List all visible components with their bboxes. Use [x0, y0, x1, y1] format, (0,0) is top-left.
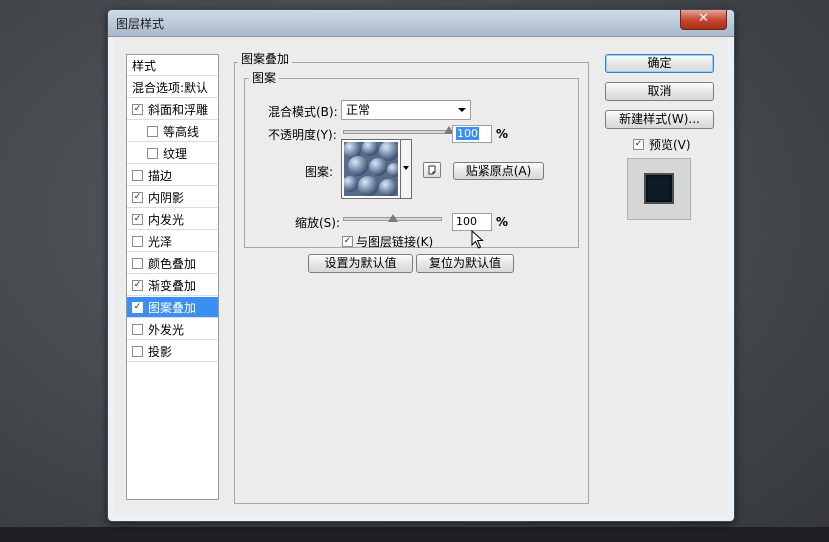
style-item-12[interactable]: 投影	[127, 341, 218, 362]
style-item-label: 纹理	[163, 146, 188, 161]
blend-mode-label: 混合模式(B):	[268, 105, 338, 119]
checkbox-icon[interactable]	[132, 323, 143, 335]
style-item-label: 外发光	[148, 322, 185, 337]
preview-checkbox[interactable]: ✓ 预览(V)	[633, 136, 691, 153]
style-item-label: 光泽	[148, 234, 173, 249]
style-item-10[interactable]: ✓ 图案叠加	[127, 297, 218, 318]
preview-swatch	[644, 173, 674, 204]
new-preset-icon	[428, 165, 436, 175]
style-list-header-label: 样式	[132, 58, 157, 73]
title-bar[interactable]: 图层样式 ✕	[108, 10, 734, 37]
style-item-7[interactable]: 光泽	[127, 231, 218, 252]
style-item-label: 斜面和浮雕	[148, 102, 209, 117]
make-default-button[interactable]: 设置为默认值	[308, 254, 413, 273]
snap-origin-button[interactable]: 贴紧原点(A)	[453, 162, 544, 180]
chevron-down-icon	[458, 108, 466, 112]
close-icon: ✕	[698, 11, 709, 26]
pattern-dropdown[interactable]	[401, 139, 412, 199]
checkbox-icon[interactable]: ✓	[132, 103, 143, 115]
style-list-header[interactable]: 样式	[127, 55, 218, 76]
pattern-subgroup-title: 图案	[249, 69, 280, 86]
cancel-label: 取消	[647, 84, 672, 98]
checkbox-icon[interactable]: ✓	[132, 301, 143, 313]
opacity-input[interactable]: 100	[452, 125, 492, 143]
cancel-button[interactable]: 取消	[605, 82, 714, 101]
style-item-label: 颜色叠加	[148, 256, 197, 271]
pattern-label: 图案:	[305, 165, 334, 179]
opacity-label: 不透明度(Y):	[268, 128, 337, 142]
style-item-label: 描边	[148, 168, 173, 183]
checkbox-icon[interactable]	[132, 235, 143, 247]
style-item-label: 等高线	[163, 124, 200, 139]
mouse-cursor-icon	[471, 230, 484, 249]
make-default-label: 设置为默认值	[324, 256, 397, 270]
new-style-button[interactable]: 新建样式(W)...	[605, 110, 714, 129]
reset-default-button[interactable]: 复位为默认值	[416, 254, 514, 273]
style-item-8[interactable]: 颜色叠加	[127, 253, 218, 274]
layer-style-dialog: 图层样式 ✕ 样式 混合选项:默认 ✓ 斜面和浮雕等高线纹理描边 ✓ 内阴影 ✓ 内发光光…	[107, 9, 735, 522]
link-with-layer-label: 与图层链接(K)	[356, 235, 434, 249]
style-item-label: 内发光	[148, 212, 185, 227]
dialog-client: 样式 混合选项:默认 ✓ 斜面和浮雕等高线纹理描边 ✓ 内阴影 ✓ 内发光光泽颜色叠加 ✓ 渐…	[114, 37, 728, 515]
style-item-6[interactable]: ✓ 内发光	[127, 209, 218, 230]
checkbox-icon[interactable]	[147, 147, 158, 159]
checkbox-icon: ✓	[342, 236, 353, 247]
style-item-label: 图案叠加	[148, 300, 197, 315]
blend-mode-value: 正常	[346, 103, 371, 117]
style-item-2[interactable]: 等高线	[127, 121, 218, 142]
blend-options-item[interactable]: 混合选项:默认	[127, 77, 218, 98]
checkbox-icon[interactable]	[132, 257, 143, 269]
checkbox-icon[interactable]	[147, 125, 158, 137]
style-item-9[interactable]: ✓ 渐变叠加	[127, 275, 218, 296]
window-title: 图层样式	[116, 17, 165, 31]
style-preview	[627, 158, 691, 220]
blend-options-label: 混合选项:默认	[132, 80, 209, 95]
pattern-overlay-title: 图案叠加	[238, 50, 293, 67]
scale-input[interactable]: 100	[452, 213, 492, 231]
style-item-3[interactable]: 纹理	[127, 143, 218, 164]
style-item-1[interactable]: ✓ 斜面和浮雕	[127, 99, 218, 120]
ok-button[interactable]: 确定	[605, 54, 714, 73]
pattern-thumbnail[interactable]	[341, 139, 401, 199]
scale-value: 100	[456, 215, 477, 228]
scale-unit: %	[496, 215, 509, 229]
ok-label: 确定	[647, 56, 672, 70]
scale-label: 缩放(S):	[295, 216, 341, 230]
new-style-label: 新建样式(W)...	[619, 112, 700, 126]
preview-label: 预览(V)	[649, 138, 691, 152]
link-with-layer-checkbox[interactable]: ✓ 与图层链接(K)	[342, 233, 433, 250]
close-button[interactable]: ✕	[680, 10, 727, 30]
blend-mode-select[interactable]: 正常	[341, 100, 471, 120]
checkbox-icon[interactable]: ✓	[132, 191, 143, 203]
opacity-slider-track[interactable]	[343, 130, 449, 134]
checkbox-icon[interactable]	[132, 345, 143, 357]
pattern-swatch	[344, 142, 398, 196]
style-item-label: 投影	[148, 344, 173, 359]
style-item-label: 渐变叠加	[148, 278, 197, 293]
chevron-down-icon	[403, 166, 409, 170]
checkbox-icon: ✓	[633, 139, 644, 150]
style-item-label: 内阴影	[148, 190, 185, 205]
new-preset-button[interactable]	[423, 162, 441, 178]
taskbar-strip	[0, 527, 829, 542]
style-item-5[interactable]: ✓ 内阴影	[127, 187, 218, 208]
snap-origin-label: 贴紧原点(A)	[465, 164, 532, 178]
style-item-11[interactable]: 外发光	[127, 319, 218, 340]
checkbox-icon[interactable]: ✓	[132, 279, 143, 291]
checkbox-icon[interactable]: ✓	[132, 213, 143, 225]
scale-slider-thumb[interactable]	[387, 214, 398, 222]
style-list: 样式 混合选项:默认 ✓ 斜面和浮雕等高线纹理描边 ✓ 内阴影 ✓ 内发光光泽颜色叠加 ✓ 渐…	[126, 54, 219, 500]
opacity-unit: %	[496, 127, 509, 141]
reset-default-label: 复位为默认值	[428, 256, 501, 270]
checkbox-icon[interactable]	[132, 169, 143, 181]
opacity-value: 100	[456, 127, 479, 140]
style-item-4[interactable]: 描边	[127, 165, 218, 186]
